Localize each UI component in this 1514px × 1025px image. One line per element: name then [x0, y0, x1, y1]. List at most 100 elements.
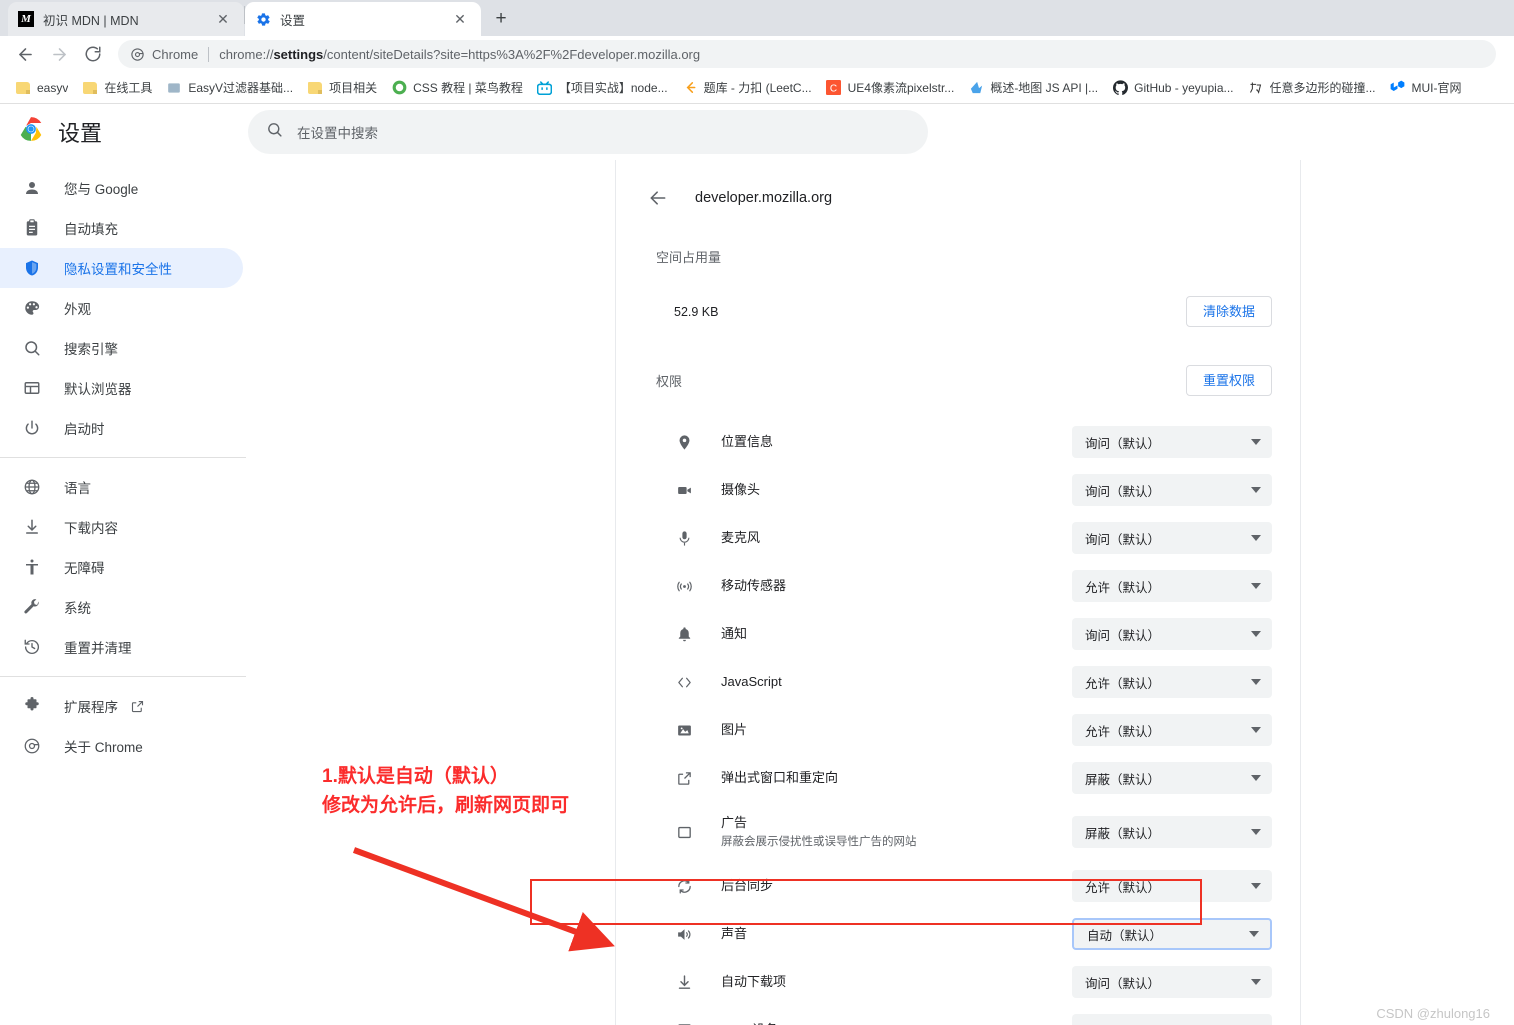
permission-row-microphone: 麦克风 询问（默认） [616, 514, 1300, 562]
omnibox[interactable]: Chrome chrome://settings/content/siteDet… [118, 40, 1496, 68]
sidebar-item-label: 自动填充 [64, 222, 118, 237]
sidebar-item-you-and-google[interactable]: 您与 Google [0, 168, 243, 208]
sidebar-item-languages[interactable]: 语言 [0, 467, 243, 507]
bookmark-item[interactable]: 项目相关 [300, 76, 384, 100]
permission-select[interactable]: 询问（默认） [1072, 1014, 1272, 1025]
sidebar-item-downloads[interactable]: 下载内容 [0, 507, 243, 547]
bookmark-label: 项目相关 [329, 81, 378, 95]
mdn-icon: M [18, 11, 34, 27]
bilibili-icon [537, 80, 553, 96]
sidebar-divider [0, 457, 246, 458]
sidebar-item-default-browser[interactable]: 默认浏览器 [0, 368, 243, 408]
permission-label-wrap: 图片 [721, 721, 1072, 740]
permission-label-wrap: 位置信息 [721, 433, 1072, 452]
search-input[interactable]: 在设置中搜索 [248, 109, 928, 154]
page-title: 设置 [58, 120, 103, 146]
permission-row-midi-devices: MIDI 设备 询问（默认） [616, 1006, 1300, 1025]
permission-label-wrap: 广告 屏蔽会展示侵扰性或误导性广告的网站 [721, 814, 1072, 851]
bookmark-label: GitHub - yeyupia... [1134, 80, 1234, 95]
sidebar-item-accessibility[interactable]: 无障碍 [0, 547, 243, 587]
search-icon [266, 121, 283, 143]
clipboard-icon [22, 218, 42, 238]
browser-tab-mdn[interactable]: M 初识 MDN | MDN ✕ [8, 2, 244, 36]
bookmark-item[interactable]: EasyV过滤器基础... [159, 76, 300, 100]
close-icon[interactable]: ✕ [449, 8, 471, 30]
chevron-down-icon [1251, 979, 1261, 985]
runoob-icon [391, 80, 407, 96]
bookmark-item[interactable]: 在线工具 [75, 76, 159, 100]
sidebar-item-label: 下载内容 [64, 521, 118, 536]
search-icon [22, 338, 42, 358]
url-text: chrome://settings/content/siteDetails?si… [219, 46, 701, 62]
reset-permissions-button[interactable]: 重置权限 [1185, 365, 1272, 396]
search-placeholder: 在设置中搜索 [297, 125, 378, 141]
microphone-icon [674, 528, 694, 548]
sidebar-item-system[interactable]: 系统 [0, 587, 243, 627]
permission-value: 允许（默认） [1085, 880, 1161, 895]
usage-section-label: 空间占用量 [656, 250, 722, 265]
restore-icon [22, 637, 42, 657]
site-icon [166, 80, 182, 96]
sidebar-item-on-startup[interactable]: 启动时 [0, 408, 243, 448]
permission-select[interactable]: 屏蔽（默认） [1072, 816, 1272, 848]
permission-select[interactable]: 询问（默认） [1072, 522, 1272, 554]
permission-select[interactable]: 询问（默认） [1072, 474, 1272, 506]
download-icon [674, 972, 694, 992]
bookmark-item[interactable]: 【项目实战】node... [530, 76, 675, 100]
bookmark-item[interactable]: 任意多边形的碰撞... [1241, 76, 1383, 100]
permission-value: 屏蔽（默认） [1085, 826, 1161, 841]
new-tab-button[interactable]: + [487, 5, 515, 33]
sidebar-item-appearance[interactable]: 外观 [0, 288, 243, 328]
permission-row-automatic-downloads: 自动下载项 询问（默认） [616, 958, 1300, 1006]
sidebar-item-privacy-and-security[interactable]: 隐私设置和安全性 [0, 248, 243, 288]
permission-select[interactable]: 询问（默认） [1072, 966, 1272, 998]
usage-value: 52.9 KB [674, 304, 719, 319]
back-arrow-icon[interactable] [646, 186, 670, 210]
bookmark-label: 题库 - 力扣 (LeetC... [703, 81, 812, 95]
permission-select[interactable]: 允许（默认） [1072, 666, 1272, 698]
bookmark-label: easyv [37, 80, 69, 95]
sidebar-item-about-chrome[interactable]: 关于 Chrome [0, 726, 243, 766]
chevron-down-icon [1251, 775, 1261, 781]
bookmark-label: 【项目实战】node... [558, 81, 668, 95]
bookmark-item[interactable]: CSS 教程 | 菜鸟教程 [384, 76, 530, 100]
reload-icon[interactable] [78, 39, 108, 69]
bookmark-item[interactable]: C UE4像素流pixelstr... [819, 76, 962, 100]
sidebar-item-label: 语言 [64, 481, 91, 496]
permission-label-wrap: JavaScript [721, 673, 1072, 692]
close-icon[interactable]: ✕ [212, 8, 234, 30]
permission-select[interactable]: 允许（默认） [1072, 870, 1272, 902]
permission-select[interactable]: 允许（默认） [1072, 714, 1272, 746]
permission-value: 询问（默认） [1085, 484, 1161, 499]
accessibility-icon [22, 557, 42, 577]
power-icon [22, 418, 42, 438]
github-icon [1112, 80, 1128, 96]
sidebar-item-autofill[interactable]: 自动填充 [0, 208, 243, 248]
browser-tab-settings[interactable]: 设置 ✕ [245, 2, 481, 36]
tab-title: 初识 MDN | MDN [43, 13, 139, 28]
permission-select[interactable]: 询问（默认） [1072, 618, 1272, 650]
popup-window-icon [674, 768, 694, 788]
permission-row-images: 图片 允许（默认） [616, 706, 1300, 754]
bookmark-label: MUI-官网 [1411, 81, 1462, 95]
permission-select[interactable]: 询问（默认） [1072, 426, 1272, 458]
forward-icon[interactable] [44, 39, 74, 69]
bookmark-item[interactable]: MUI-官网 [1383, 76, 1469, 100]
bookmark-item[interactable]: 题库 - 力扣 (LeetC... [675, 76, 819, 100]
sidebar-item-reset-and-cleanup[interactable]: 重置并清理 [0, 627, 243, 667]
motion-sensor-icon [674, 576, 694, 596]
permissions-list: 位置信息 询问（默认） 摄像头 询问（默认） 麦克风 询问（默认） 移动传感器 … [616, 418, 1300, 1025]
permission-select[interactable]: 自动（默认） [1072, 918, 1272, 950]
browser-toolbar: Chrome chrome://settings/content/siteDet… [0, 36, 1514, 72]
bookmark-item[interactable]: GitHub - yeyupia... [1105, 76, 1240, 100]
chevron-down-icon [1251, 439, 1261, 445]
bookmark-item[interactable]: 概述-地图 JS API |... [961, 76, 1105, 100]
back-icon[interactable] [10, 39, 40, 69]
permission-select[interactable]: 允许（默认） [1072, 570, 1272, 602]
sidebar-item-search-engine[interactable]: 搜索引擎 [0, 328, 243, 368]
clear-data-button[interactable]: 清除数据 [1185, 296, 1272, 327]
sidebar-item-extensions[interactable]: 扩展程序 [0, 686, 243, 726]
permission-select[interactable]: 屏蔽（默认） [1072, 762, 1272, 794]
download-icon [22, 517, 42, 537]
bookmark-item[interactable]: easyv [8, 76, 75, 100]
